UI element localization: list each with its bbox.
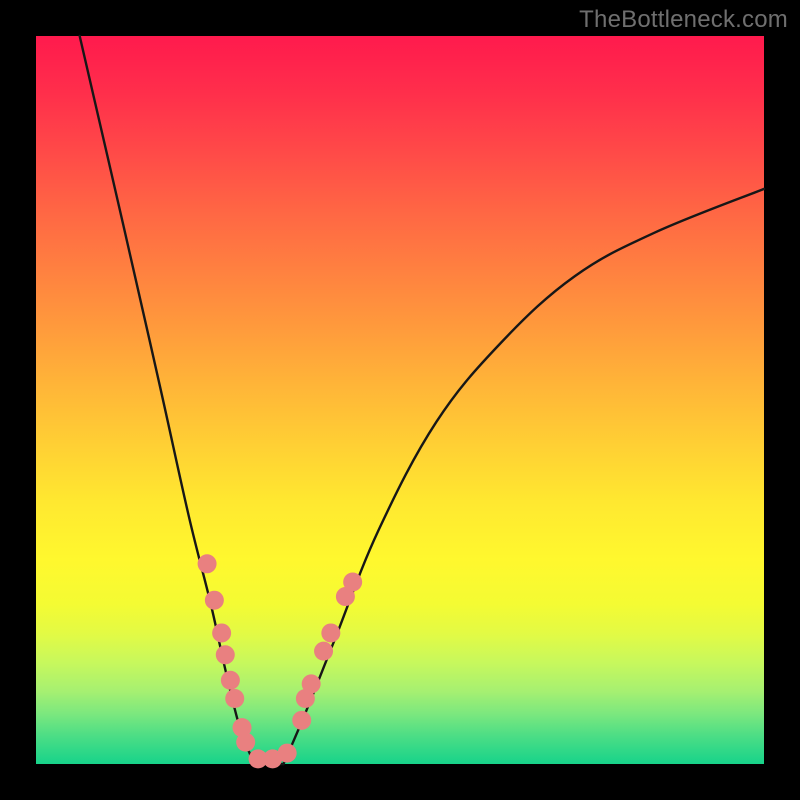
plot-area	[36, 36, 764, 764]
data-dot	[314, 642, 333, 661]
data-dot	[321, 623, 340, 642]
outer-frame: TheBottleneck.com	[0, 0, 800, 800]
data-dot	[292, 711, 311, 730]
data-dot	[212, 623, 231, 642]
data-dot	[343, 573, 362, 592]
data-dot	[236, 733, 255, 752]
data-dot	[225, 689, 244, 708]
data-dot	[302, 674, 321, 693]
data-dot	[198, 554, 217, 573]
data-dot	[221, 671, 240, 690]
v-curve	[80, 36, 764, 764]
chart-svg	[36, 36, 764, 764]
data-dot	[216, 645, 235, 664]
data-dots	[198, 554, 363, 768]
watermark-text: TheBottleneck.com	[579, 6, 788, 34]
data-dot	[278, 744, 297, 763]
data-dot	[205, 591, 224, 610]
